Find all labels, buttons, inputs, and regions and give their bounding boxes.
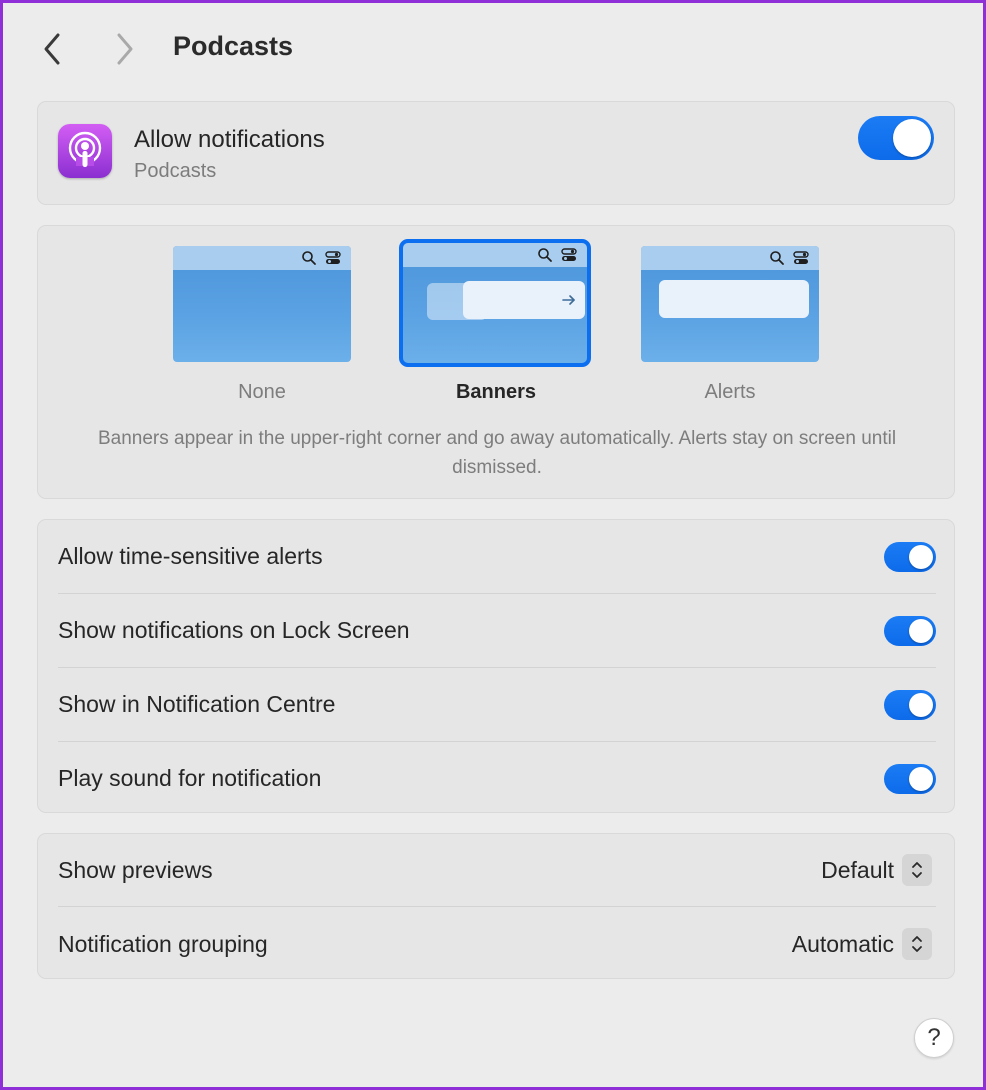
banners-preview <box>399 239 591 367</box>
notification-centre-row: Show in Notification Centre <box>58 668 936 742</box>
search-icon <box>302 251 316 265</box>
play-sound-row: Play sound for notification <box>58 742 936 816</box>
notification-options-card: Allow time-sensitive alerts Show notific… <box>37 519 955 813</box>
notification-centre-label: Show in Notification Centre <box>58 691 336 717</box>
lock-screen-label: Show notifications on Lock Screen <box>58 617 410 643</box>
podcasts-icon <box>58 124 112 178</box>
alert-sample <box>659 280 809 318</box>
alert-style-label: Alerts <box>704 381 756 403</box>
control-centre-icon <box>325 251 341 264</box>
toggle-knob <box>893 119 931 157</box>
play-sound-toggle[interactable] <box>884 764 936 794</box>
alert-style-card: None Banners Alerts Banners appear in th… <box>37 225 955 499</box>
chevron-right-icon <box>117 33 133 65</box>
none-preview <box>173 246 351 362</box>
alert-style-alerts[interactable]: Alerts <box>630 238 830 408</box>
time-sensitive-label: Allow time-sensitive alerts <box>58 543 323 569</box>
preview-options-card: Show previews Default Notification group… <box>37 833 955 979</box>
divider <box>58 906 936 907</box>
alert-style-banners[interactable]: Banners <box>396 238 596 408</box>
menu-bar <box>641 246 819 270</box>
control-centre-icon <box>561 248 577 261</box>
stepper-icon <box>902 854 932 886</box>
menu-bar <box>403 243 587 267</box>
alert-style-description: Banners appear in the upper-right corner… <box>97 428 897 478</box>
toggle-knob <box>909 545 933 569</box>
show-previews-label: Show previews <box>58 857 213 883</box>
help-button[interactable]: ? <box>914 1018 954 1058</box>
lock-screen-row: Show notifications on Lock Screen <box>58 594 936 668</box>
allow-notifications-toggle[interactable] <box>858 116 934 160</box>
notification-centre-toggle[interactable] <box>884 690 936 720</box>
toggle-knob <box>909 693 933 717</box>
settings-window: Podcasts Allow notifications Podcasts No… <box>0 0 986 1090</box>
alert-style-label: Banners <box>455 381 537 403</box>
allow-notifications-card: Allow notifications Podcasts <box>37 101 955 205</box>
back-button[interactable] <box>36 29 70 69</box>
select-value: Default <box>821 856 894 883</box>
lock-screen-toggle[interactable] <box>884 616 936 646</box>
arrow-right-icon <box>562 295 575 305</box>
allow-notifications-label: Allow notifications <box>134 126 325 153</box>
notification-grouping-row: Notification grouping Automatic <box>58 908 936 980</box>
time-sensitive-toggle[interactable] <box>884 542 936 572</box>
alerts-preview <box>641 246 819 362</box>
notification-grouping-select[interactable]: Automatic <box>792 928 932 960</box>
time-sensitive-row: Allow time-sensitive alerts <box>58 520 936 594</box>
alert-style-label: None <box>238 381 286 403</box>
banner-sample <box>463 281 585 319</box>
page-title: Podcasts <box>173 31 294 61</box>
menu-bar <box>173 246 351 270</box>
show-previews-select[interactable]: Default <box>821 854 932 886</box>
play-sound-label: Play sound for notification <box>58 765 322 791</box>
select-value: Automatic <box>791 930 894 957</box>
control-centre-icon <box>793 251 809 264</box>
app-name-label: Podcasts <box>134 160 217 182</box>
search-icon <box>770 251 784 265</box>
show-previews-row: Show previews Default <box>58 834 936 906</box>
header: Podcasts <box>3 3 983 93</box>
search-icon <box>538 248 552 262</box>
notification-grouping-label: Notification grouping <box>58 931 268 957</box>
alert-style-none[interactable]: None <box>162 238 362 408</box>
forward-button[interactable] <box>107 29 141 69</box>
chevron-left-icon <box>44 33 60 65</box>
stepper-icon <box>902 928 932 960</box>
toggle-knob <box>909 767 933 791</box>
toggle-knob <box>909 619 933 643</box>
